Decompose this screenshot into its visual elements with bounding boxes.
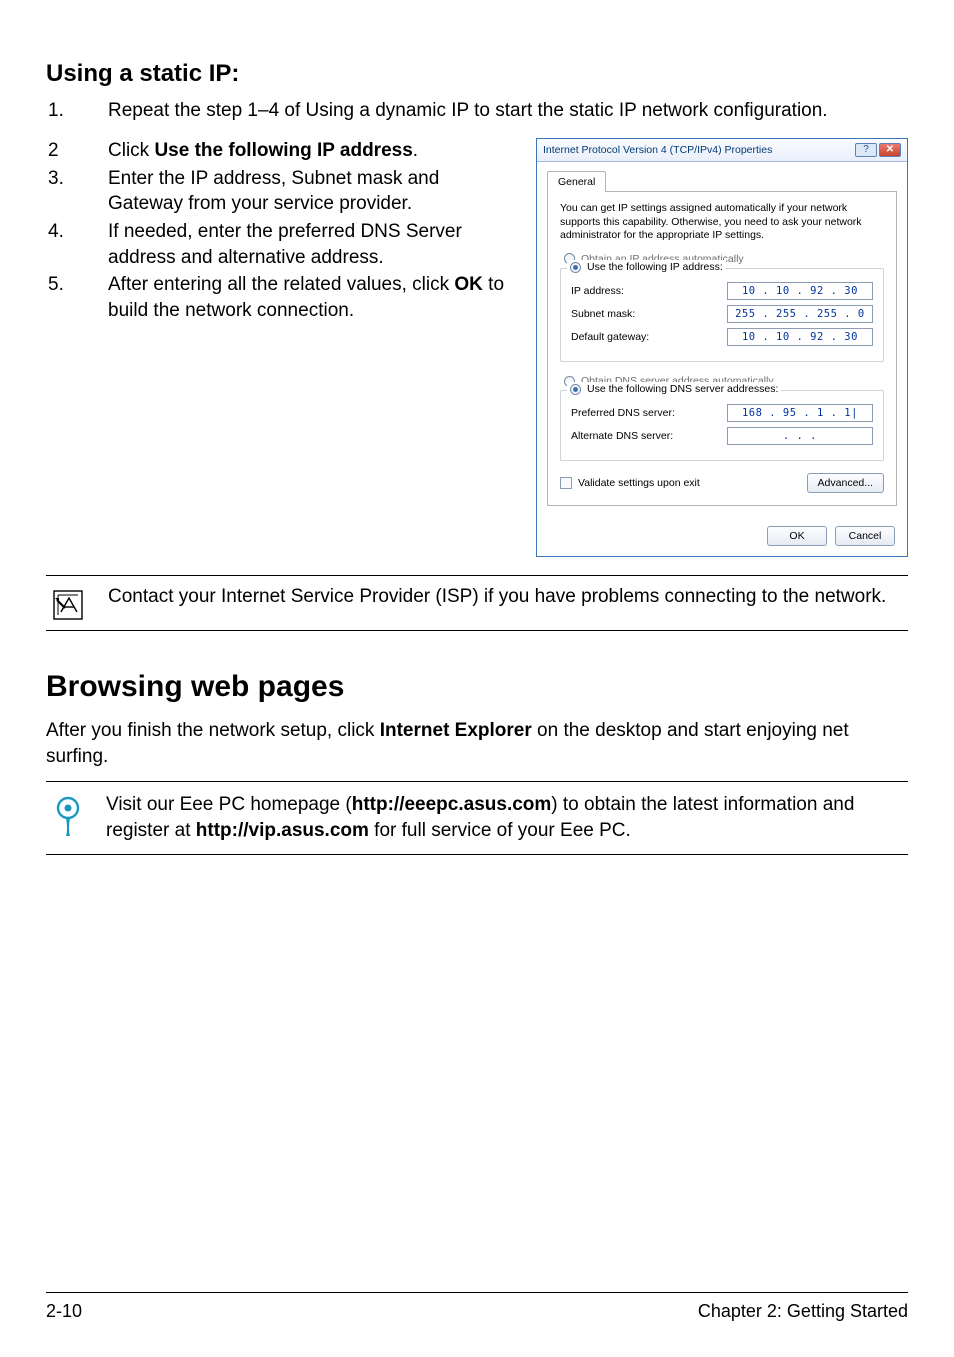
help-button[interactable]: ? [855,143,877,157]
step-4-text: If needed, enter the preferred DNS Serve… [108,219,518,270]
ip-address-input[interactable]: 10 . 10 . 92 . 30 [727,282,873,300]
step-2-pre: Click [108,140,154,161]
step-5-bold: OK [454,274,483,295]
step-4: 4. If needed, enter the preferred DNS Se… [46,219,518,270]
ip-address-label: IP address: [571,284,727,298]
alternate-dns-input[interactable]: . . . [727,427,873,445]
step-5: 5. After entering all the related values… [46,272,518,323]
tip-url2: http://vip.asus.com [196,820,369,841]
alternate-dns-label: Alternate DNS server: [571,429,727,443]
step-1-text: Repeat the step 1–4 of Using a dynamic I… [108,98,908,124]
validate-label: Validate settings upon exit [578,476,700,490]
step-2: 2 Click Use the following IP address. [46,138,518,164]
use-dns-fieldset: Use the following DNS server addresses: … [560,390,884,461]
step-5-text: After entering all the related values, c… [108,272,518,323]
tip-text: Visit our Eee PC homepage (http://eeepc.… [106,792,908,843]
subnet-mask-label: Subnet mask: [571,307,727,321]
step-3-text: Enter the IP address, Subnet mask and Ga… [108,166,518,217]
step-4-number: 4. [46,219,108,270]
ipv4-properties-dialog: Internet Protocol Version 4 (TCP/IPv4) P… [536,138,908,557]
step-2-text: Click Use the following IP address. [108,138,518,164]
note-icon [46,584,90,622]
tip-icon [46,792,90,843]
page-footer: 2-10 Chapter 2: Getting Started [46,1292,908,1323]
step-3-number: 3. [46,166,108,217]
heading-browsing-web-pages: Browsing web pages [46,667,908,708]
step-2-bold: Use the following IP address [154,140,412,161]
tab-general[interactable]: General [547,171,606,192]
tip-post: for full service of your Eee PC. [369,820,631,841]
dialog-title: Internet Protocol Version 4 (TCP/IPv4) P… [543,143,772,157]
cancel-button[interactable]: Cancel [835,526,895,546]
tip-pre: Visit our Eee PC homepage ( [106,794,352,815]
validate-checkbox-row[interactable]: Validate settings upon exit [560,476,700,490]
step-2-post: . [413,140,418,161]
default-gateway-input[interactable]: 10 . 10 . 92 . 30 [727,328,873,346]
dialog-description: You can get IP settings assigned automat… [560,202,884,241]
note-callout: Contact your Internet Service Provider (… [46,575,908,631]
page-number: 2-10 [46,1299,82,1323]
step-2-number: 2 [46,138,108,164]
preferred-dns-input[interactable]: 168 . 95 . 1 . 1| [727,404,873,422]
browsing-bold: Internet Explorer [380,720,532,741]
step-5-number: 5. [46,272,108,323]
step-1: 1. Repeat the step 1–4 of Using a dynami… [46,98,908,124]
step-1-number: 1. [46,98,108,124]
checkbox-icon [560,477,572,489]
chapter-title: Chapter 2: Getting Started [698,1299,908,1323]
advanced-button[interactable]: Advanced... [807,473,884,493]
radio-use-dns-label: Use the following DNS server addresses: [587,382,778,396]
tip-callout: Visit our Eee PC homepage (http://eeepc.… [46,781,908,854]
browsing-pre: After you finish the network setup, clic… [46,720,380,741]
default-gateway-label: Default gateway: [571,330,727,344]
step-5-pre: After entering all the related values, c… [108,274,454,295]
radio-use-ip-label: Use the following IP address: [587,260,723,274]
browsing-paragraph: After you finish the network setup, clic… [46,718,908,769]
subnet-mask-input[interactable]: 255 . 255 . 255 . 0 [727,305,873,323]
radio-icon-selected[interactable] [570,262,581,273]
radio-icon-selected[interactable] [570,384,581,395]
use-ip-fieldset: Use the following IP address: IP address… [560,268,884,362]
general-panel: You can get IP settings assigned automat… [547,191,897,506]
tip-url1: http://eeepc.asus.com [352,794,552,815]
close-button[interactable]: ✕ [879,143,901,157]
heading-using-static-ip: Using a static IP: [46,58,908,90]
step-3: 3. Enter the IP address, Subnet mask and… [46,166,518,217]
preferred-dns-label: Preferred DNS server: [571,406,727,420]
ok-button[interactable]: OK [767,526,827,546]
note-text: Contact your Internet Service Provider (… [108,584,908,622]
dialog-titlebar: Internet Protocol Version 4 (TCP/IPv4) P… [537,139,907,162]
